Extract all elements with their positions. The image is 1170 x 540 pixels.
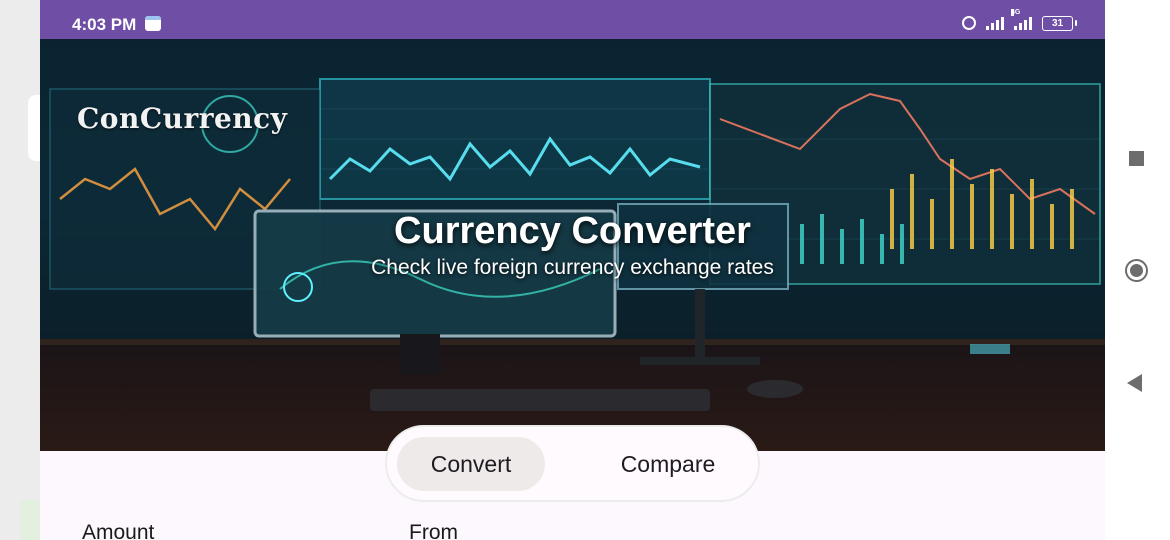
- battery-icon: 31: [1042, 15, 1077, 31]
- 4g-signal-icon: 4G: [1011, 9, 1032, 30]
- recent-apps-icon[interactable]: [1129, 151, 1144, 166]
- alarm-icon: [962, 16, 976, 30]
- from-label: From: [409, 521, 458, 540]
- amount-label: Amount: [82, 521, 155, 540]
- page-subtitle: Check live foreign currency exchange rat…: [371, 256, 774, 279]
- app-logo: ConCurrency: [77, 102, 288, 135]
- phone-screen: 4:03 PM 4G 31 ConCurrency Currency Conve…: [40, 0, 1105, 540]
- status-bar: 4:03 PM 4G 31: [40, 0, 1105, 39]
- mode-tabs: Convert Compare: [385, 425, 760, 502]
- hero-banner: ConCurrency Currency Converter Check liv…: [40, 39, 1105, 451]
- page-title: Currency Converter: [394, 210, 751, 252]
- signal-icon: [986, 16, 1004, 30]
- tab-compare[interactable]: Compare: [583, 437, 753, 491]
- status-time: 4:03 PM: [72, 15, 137, 34]
- network-type-label: 4G: [1011, 9, 1021, 16]
- status-icons: 4G 31: [962, 9, 1077, 33]
- calendar-icon: [145, 16, 161, 31]
- system-nav-bar: [1105, 0, 1170, 540]
- background-app-edge: [0, 0, 40, 540]
- tab-convert[interactable]: Convert: [397, 437, 545, 491]
- home-icon[interactable]: [1125, 259, 1148, 282]
- side-handle: [28, 95, 40, 161]
- back-icon[interactable]: [1127, 374, 1142, 392]
- side-edge-accent: [20, 500, 40, 540]
